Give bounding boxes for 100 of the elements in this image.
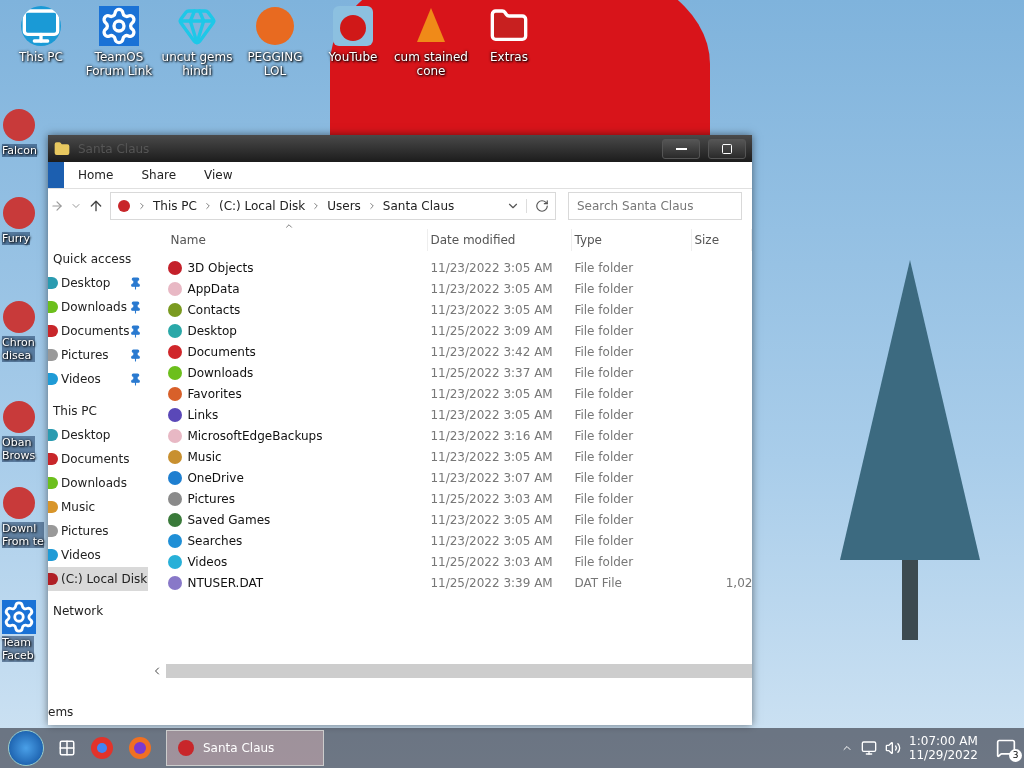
column-header[interactable]: Size bbox=[692, 229, 753, 251]
date-cell-text: 11/23/2022 3:05 AM bbox=[429, 512, 554, 527]
desktop-icon-label[interactable]: Chron disea bbox=[2, 336, 35, 362]
sidebar-item[interactable]: Videos bbox=[48, 543, 149, 567]
file-name-cell[interactable]: Desktop bbox=[168, 323, 429, 338]
file-name-cell[interactable]: NTUSER.DAT bbox=[168, 575, 429, 590]
file-name-cell[interactable]: Downloads bbox=[168, 365, 429, 380]
clock-date[interactable]: 11/29/2022 bbox=[908, 748, 978, 762]
date-cell-text: 11/23/2022 3:05 AM bbox=[429, 281, 554, 296]
type-cell-text: File folder bbox=[573, 407, 635, 422]
sidebar-item[interactable]: Pictures bbox=[48, 519, 149, 543]
sidebar-item[interactable]: Downloads bbox=[48, 471, 149, 495]
type-cell-text: File folder bbox=[573, 302, 635, 317]
notification-count: 3 bbox=[1009, 749, 1022, 762]
maximize-button[interactable] bbox=[708, 138, 746, 159]
date-cell-text: 11/25/2022 3:03 AM bbox=[429, 554, 554, 569]
file-name-cell[interactable]: Links bbox=[168, 407, 429, 422]
sidebar-heading[interactable]: Network bbox=[48, 599, 149, 623]
date-cell-text: 11/23/2022 3:05 AM bbox=[429, 302, 554, 317]
monitor-icon bbox=[21, 6, 61, 46]
sidebar-item[interactable]: Downloads bbox=[48, 295, 149, 319]
maximize-icon bbox=[721, 142, 733, 155]
file-name-cell[interactable]: MicrosoftEdgeBackups bbox=[168, 428, 429, 443]
date-cell-text: 11/23/2022 3:05 AM bbox=[429, 260, 554, 275]
sidebar-label: (C:) Local Disk bbox=[61, 572, 149, 586]
date-cell-text: 11/23/2022 3:42 AM bbox=[429, 344, 554, 359]
gem-icon bbox=[177, 6, 217, 46]
file-name-cell[interactable]: Contacts bbox=[168, 302, 429, 317]
file-name-cell[interactable]: Saved Games bbox=[168, 512, 429, 527]
column-header[interactable]: Type bbox=[572, 229, 693, 251]
ornament-icon bbox=[2, 486, 36, 520]
sidebar-heading[interactable]: Quick access bbox=[48, 247, 149, 271]
sidebar-item[interactable]: Music bbox=[48, 495, 149, 519]
date-cell-text: 11/23/2022 3:07 AM bbox=[429, 470, 554, 485]
type-cell-text: File folder bbox=[573, 533, 635, 548]
type-cell-text: File folder bbox=[573, 260, 635, 275]
search-field[interactable]: Search Santa Claus bbox=[568, 192, 742, 220]
breadcrumb-item[interactable]: Santa Claus bbox=[382, 199, 455, 213]
sidebar-item[interactable]: Desktop bbox=[48, 423, 149, 447]
sidebar-heading[interactable]: This PC bbox=[48, 399, 149, 423]
up-button[interactable] bbox=[88, 198, 104, 214]
breadcrumb-item[interactable]: This PC bbox=[153, 199, 197, 213]
refresh-icon[interactable] bbox=[526, 199, 549, 213]
breadcrumb-item[interactable]: Users bbox=[327, 199, 361, 213]
desktop-icon-label[interactable]: Extras bbox=[490, 50, 528, 64]
type-cell-text: File folder bbox=[573, 365, 635, 380]
date-cell-text: 11/23/2022 3:16 AM bbox=[429, 428, 554, 443]
date-cell-text: 11/23/2022 3:05 AM bbox=[429, 533, 554, 548]
ornament-icon bbox=[177, 739, 195, 757]
file-name-cell[interactable]: Videos bbox=[168, 554, 429, 569]
file-name-cell[interactable]: 3D Objects bbox=[168, 260, 429, 275]
sidebar-item[interactable]: Pictures bbox=[48, 343, 149, 367]
file-name-cell[interactable]: AppData bbox=[168, 281, 429, 296]
ornament-icon bbox=[2, 300, 36, 334]
sidebar-item[interactable]: Documents bbox=[48, 447, 149, 471]
column-header[interactable]: Name bbox=[168, 229, 429, 251]
scrollbar-track[interactable] bbox=[166, 664, 753, 678]
file-name-cell[interactable]: Documents bbox=[168, 344, 429, 359]
date-cell-text: 11/25/2022 3:09 AM bbox=[429, 323, 554, 338]
date-cell-text: 11/23/2022 3:05 AM bbox=[429, 449, 554, 464]
sidebar-item[interactable]: Desktop bbox=[48, 271, 149, 295]
minimize-button[interactable] bbox=[662, 138, 700, 159]
sidebar-label: Pictures bbox=[61, 348, 110, 362]
file-name-cell[interactable]: OneDrive bbox=[168, 470, 429, 485]
file-name-cell[interactable]: Searches bbox=[168, 533, 429, 548]
type-cell-text: File folder bbox=[573, 449, 635, 464]
size-cell-text: 1,02 bbox=[724, 575, 753, 590]
sidebar-item[interactable]: (C:) Local Disk bbox=[48, 567, 149, 591]
gear-icon bbox=[99, 6, 139, 46]
address-bar[interactable]: This PC (C:) Local Disk Users Santa Claus bbox=[110, 192, 556, 220]
sidebar-label: Pictures bbox=[61, 524, 110, 538]
volume-icon[interactable] bbox=[884, 740, 901, 756]
task-view-icon[interactable] bbox=[58, 739, 76, 757]
breadcrumb-item[interactable]: (C:) Local Disk bbox=[218, 199, 306, 213]
sidebar-item[interactable]: Documents bbox=[48, 319, 149, 343]
type-cell-text: File folder bbox=[573, 323, 635, 338]
sidebar-item[interactable]: Videos bbox=[48, 367, 149, 391]
minimize-icon bbox=[675, 147, 687, 150]
file-name-cell[interactable]: Favorites bbox=[168, 386, 429, 401]
notification-icon[interactable] bbox=[996, 738, 1016, 758]
ribbon-tab[interactable]: Share bbox=[127, 168, 191, 182]
folder-icon bbox=[54, 140, 70, 157]
column-header[interactable]: Date modified bbox=[428, 229, 573, 251]
clock-time[interactable]: 1:07:00 AM bbox=[909, 734, 978, 748]
type-cell-text: File folder bbox=[573, 386, 635, 401]
desktop-icon-label[interactable]: cum stained cone bbox=[392, 50, 470, 78]
ribbon-tab[interactable]: View bbox=[190, 168, 247, 182]
date-cell-text: 11/25/2022 3:03 AM bbox=[429, 491, 554, 506]
sidebar-label: Documents bbox=[61, 452, 131, 466]
network-icon[interactable] bbox=[860, 740, 877, 756]
type-cell-text: File folder bbox=[573, 491, 635, 506]
file-name-cell[interactable]: Music bbox=[168, 449, 429, 464]
start-button[interactable] bbox=[8, 730, 44, 766]
file-name-cell[interactable]: Pictures bbox=[168, 491, 429, 506]
type-cell-text: File folder bbox=[573, 554, 635, 569]
ornament-icon bbox=[2, 400, 36, 434]
type-cell-text: File folder bbox=[573, 281, 635, 296]
status-text: ems bbox=[48, 705, 75, 721]
ribbon-tab[interactable]: Home bbox=[64, 168, 128, 182]
forward-button[interactable] bbox=[50, 199, 64, 213]
